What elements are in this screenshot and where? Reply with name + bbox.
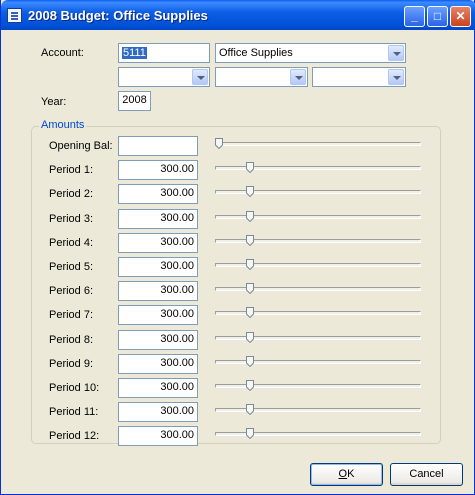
amount-field[interactable] [118, 136, 198, 156]
year-label: Year: [41, 96, 67, 108]
row-label: Period 8: [49, 334, 94, 346]
segment-2-combo[interactable] [215, 67, 308, 87]
slider-thumb[interactable] [246, 380, 254, 391]
window-title: 2008 Budget: Office Supplies [28, 8, 208, 23]
ok-mnemonic: O [338, 468, 348, 480]
slider-thumb[interactable] [246, 235, 254, 246]
row-label: Opening Bal: [49, 140, 113, 152]
row-label: Period 1: [49, 164, 94, 176]
maximize-button[interactable]: □ [427, 6, 448, 27]
close-button[interactable]: ✕ [450, 6, 471, 27]
slider-thumb[interactable] [246, 259, 254, 270]
slider-thumb[interactable] [246, 404, 254, 415]
minimize-button[interactable]: _ [404, 6, 425, 27]
row-label: Period 5: [49, 261, 94, 273]
slider-thumb[interactable] [215, 138, 223, 149]
row-label: Period 7: [49, 309, 94, 321]
year-field[interactable]: 2008 [118, 91, 151, 111]
amount-slider-track[interactable] [215, 142, 421, 146]
row-label: Period 9: [49, 358, 94, 370]
amount-field[interactable]: 300.00 [118, 402, 198, 422]
account-code-combo[interactable]: 5111 [118, 43, 210, 63]
chevron-down-icon[interactable] [192, 69, 208, 85]
cancel-button[interactable]: Cancel [390, 463, 463, 486]
amount-field[interactable]: 300.00 [118, 426, 198, 446]
account-name-combo[interactable]: Office Supplies [215, 43, 406, 63]
slider-thumb[interactable] [246, 428, 254, 439]
chevron-down-icon[interactable] [388, 45, 404, 61]
segment-1-combo[interactable] [118, 67, 210, 87]
slider-thumb[interactable] [246, 211, 254, 222]
ok-label-rest: K [347, 468, 355, 480]
amount-field[interactable]: 300.00 [118, 209, 198, 229]
row-label: Period 4: [49, 237, 94, 249]
amount-field[interactable]: 300.00 [118, 257, 198, 277]
chevron-down-icon[interactable] [290, 69, 306, 85]
amount-field[interactable]: 300.00 [118, 281, 198, 301]
slider-thumb[interactable] [246, 307, 254, 318]
amount-field[interactable]: 300.00 [118, 330, 198, 350]
row-label: Period 3: [49, 213, 94, 225]
app-icon [7, 8, 22, 23]
slider-thumb[interactable] [246, 332, 254, 343]
amount-field[interactable]: 300.00 [118, 378, 198, 398]
segment-3-combo[interactable] [312, 67, 406, 87]
row-label: Period 6: [49, 285, 94, 297]
chevron-down-icon[interactable] [388, 69, 404, 85]
amount-field[interactable]: 300.00 [118, 305, 198, 325]
amount-field[interactable]: 300.00 [118, 354, 198, 374]
title-bar[interactable]: 2008 Budget: Office Supplies _ □ ✕ [1, 0, 475, 30]
amount-field[interactable]: 300.00 [118, 233, 198, 253]
amount-field[interactable]: 300.00 [118, 184, 198, 204]
row-label: Period 11: [49, 406, 99, 418]
row-label: Period 10: [49, 382, 100, 394]
slider-thumb[interactable] [246, 186, 254, 197]
amount-field[interactable]: 300.00 [118, 160, 198, 180]
slider-thumb[interactable] [246, 283, 254, 294]
row-label: Period 12: [49, 430, 100, 442]
slider-thumb[interactable] [246, 356, 254, 367]
account-label: Account: [41, 47, 84, 59]
slider-thumb[interactable] [246, 162, 254, 173]
ok-button[interactable]: OK [310, 463, 383, 486]
amounts-group-title: Amounts [39, 119, 87, 131]
account-code-value: 5111 [122, 47, 147, 59]
account-name-value: Office Supplies [219, 47, 293, 59]
budget-window: 2008 Budget: Office Supplies _ □ ✕ Accou… [0, 0, 475, 495]
row-label: Period 2: [49, 188, 94, 200]
